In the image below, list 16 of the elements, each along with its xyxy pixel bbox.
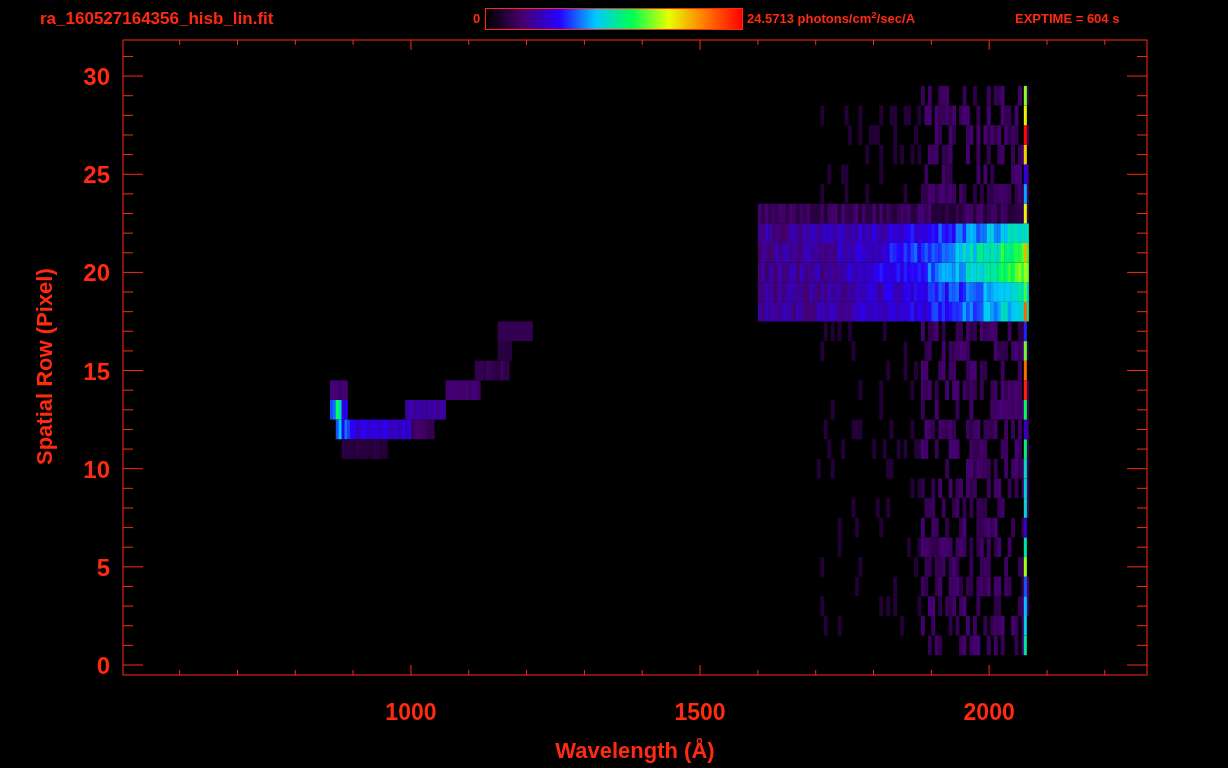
x-tick-label: 2000 xyxy=(963,699,1015,725)
colorbar-min-label: 0 xyxy=(473,10,482,29)
exposure-time: EXPTIME = 604 s xyxy=(1015,10,1120,29)
y-tick-label: 30 xyxy=(83,63,110,91)
y-tick-label: 0 xyxy=(96,652,110,679)
y-tick-label: 10 xyxy=(83,455,110,483)
colorbar-max-label: 24.5713 photons/cm$^{2}$/sec/A xyxy=(747,9,917,29)
y-axis-title: Spatial Row (Pixel) xyxy=(32,268,57,466)
y-tick-label: 5 xyxy=(96,553,110,581)
file-name: ra_160527164356_hisb_lin.fit xyxy=(40,8,275,31)
x-tick-label: 1500 xyxy=(674,699,726,725)
y-tick-label: 15 xyxy=(83,357,110,385)
x-axis-title: Wavelength (Å) xyxy=(555,738,715,763)
y-tick-label: 20 xyxy=(83,259,110,287)
x-tick-label: 1000 xyxy=(385,699,437,725)
y-tick-label: 25 xyxy=(83,161,110,189)
